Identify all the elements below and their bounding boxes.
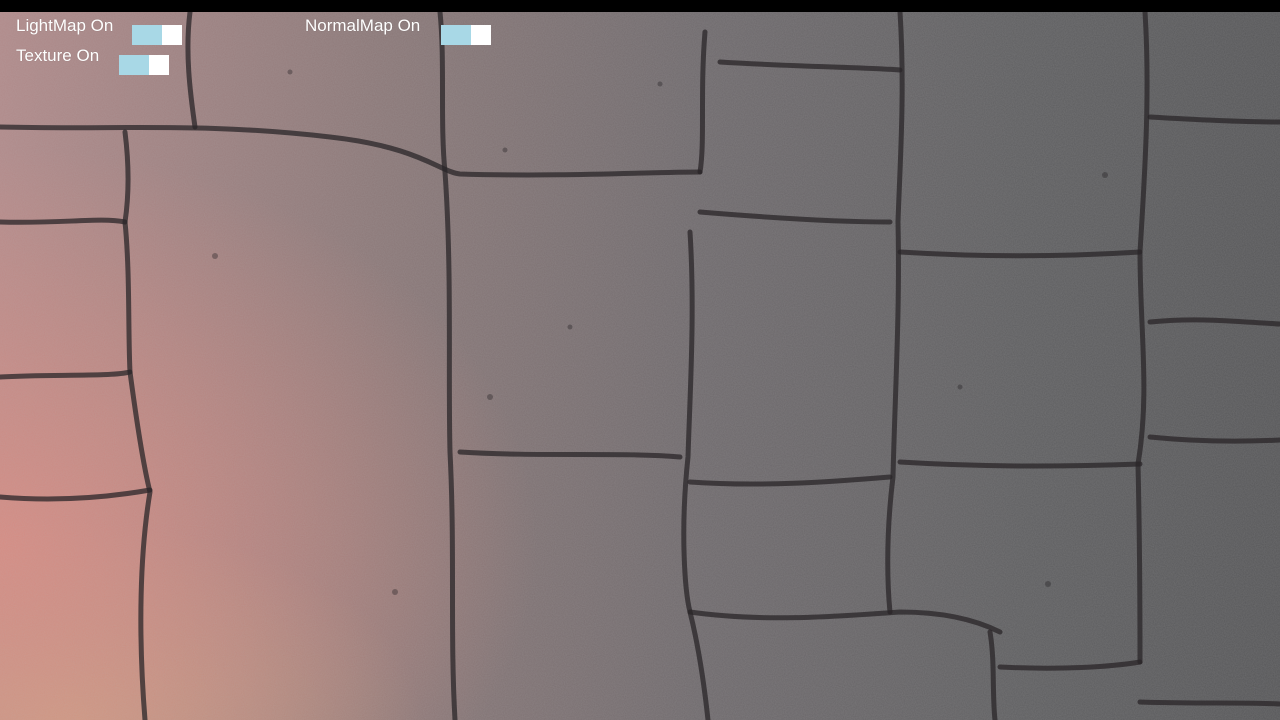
- cobblestone-surface: [0, 12, 1280, 720]
- normalmap-toggle[interactable]: [441, 25, 491, 45]
- normalmap-label: NormalMap On: [305, 16, 421, 35]
- normalmap-toggle-fill: [441, 25, 471, 45]
- texture-toggle[interactable]: [119, 55, 169, 75]
- lightmap-toggle-fill: [132, 25, 162, 45]
- window-top-bar: [0, 0, 1280, 12]
- lightmap-toggle[interactable]: [132, 25, 182, 45]
- texture-toggle-fill: [119, 55, 149, 75]
- texture-label: Texture On: [16, 46, 100, 65]
- lightmap-label: LightMap On: [16, 16, 114, 35]
- render-viewport[interactable]: LightMap On NormalMap On Texture On: [0, 12, 1280, 720]
